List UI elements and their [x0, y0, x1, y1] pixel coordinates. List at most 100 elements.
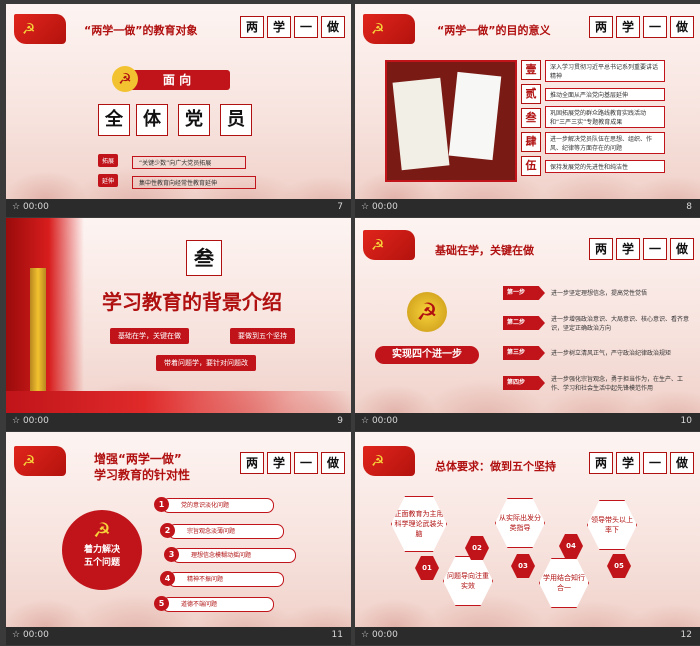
point-label: 要做到五个坚持 — [230, 328, 295, 344]
list-char: 贰 — [521, 84, 541, 104]
slide-title: “两学一做”的目的意义 — [437, 24, 551, 37]
list-char: 伍 — [521, 156, 541, 176]
party-emblem-icon: ☭ — [407, 292, 447, 332]
party-emblem-icon: ☭ — [93, 518, 111, 542]
xue-boxes: 两学一做 — [586, 16, 694, 38]
list-item: 巩固拓展党的群众路线教育实践活动和“三严三实”专题教育成果 — [545, 106, 665, 128]
slide-title: 学习教育的背景介绍 — [102, 290, 282, 314]
step-text: 进一步强化宗旨观念，勇于担当作为，在生产、工作、学习和社会生活中起先锋模范作用 — [551, 376, 684, 392]
list-item: 进一步解决党员队伍在思想、组织、作风、纪律等方面存在的问题 — [545, 132, 665, 154]
problem-item: 党的意识淡化问题 — [162, 498, 274, 513]
slide-number: 8 — [686, 202, 692, 212]
center-line2: 五个问题 — [83, 558, 120, 568]
xue-boxes: 两学一做 — [586, 452, 694, 474]
xue-char: 两 — [589, 238, 613, 260]
problem-number: 2 — [160, 523, 175, 538]
party-flag-icon: ☭ — [14, 14, 66, 44]
problem-number: 4 — [160, 571, 175, 586]
xue-char: 做 — [321, 16, 345, 38]
slide-number: 9 — [337, 416, 343, 426]
list-item: 深入学习贯彻习近平总书记系列重要讲话精神 — [545, 60, 665, 82]
xue-char: 做 — [670, 16, 694, 38]
slide-time: ☆ 00:00 — [361, 202, 398, 212]
xue-char: 一 — [294, 16, 318, 38]
slide-number: 10 — [680, 416, 692, 426]
party-flag-icon: ☭ — [14, 446, 66, 476]
problem-item: 道德不端问题 — [162, 597, 274, 612]
xue-char: 学 — [616, 238, 640, 260]
slide-10: ☭ 基础在学，关键在做 两学一做 ☭ 实现四个进一步 第一步 进一步坚定理想信念… — [355, 218, 700, 413]
list-char: 肆 — [521, 132, 541, 152]
slide-time: ☆ 00:00 — [12, 630, 49, 640]
slide-meta: ☆ 00:00 9 — [6, 413, 351, 431]
xue-char: 两 — [589, 16, 613, 38]
row-text: “关键少数”向广大党员拓展 — [132, 156, 246, 169]
problem-item: 理想信念模糊动摇问题 — [172, 548, 296, 563]
step-label: 第一步 — [503, 286, 545, 300]
list-item: 推动全面从严治党向基层延伸 — [545, 88, 665, 101]
book-red — [448, 71, 502, 161]
list-char: 叁 — [521, 108, 541, 128]
xue-boxes: 两学一做 — [237, 452, 345, 474]
list-char: 壹 — [521, 60, 541, 80]
box-char: 体 — [136, 104, 168, 136]
slide-title-line2: 学习教育的针对性 — [94, 468, 191, 482]
xue-boxes: 两学一做 — [237, 16, 345, 38]
slide-title: “两学一做”的教育对象 — [84, 24, 198, 37]
time-value: 00:00 — [371, 630, 398, 640]
row-tag: 延伸 — [98, 174, 119, 187]
time-value: 00:00 — [371, 202, 398, 212]
slide-time: ☆ 00:00 — [12, 416, 49, 426]
slide-thumbnail-11[interactable]: ☭ 增强“两学一做” 学习教育的针对性 两学一做 ☭ 着力解决 五个问题 党的意… — [6, 432, 351, 645]
time-value: 00:00 — [22, 630, 49, 640]
party-flag-icon: ☭ — [363, 230, 415, 260]
xue-char: 学 — [616, 452, 640, 474]
slide-thumbnail-8[interactable]: ☭ “两学一做”的目的意义 两学一做 壹 深入学习贯彻习近平总书记系列重要讲话精… — [355, 4, 700, 217]
row-text: 集中性教育向经常性教育延伸 — [132, 176, 256, 189]
slide-number: 7 — [337, 202, 343, 212]
book-photo — [385, 60, 517, 182]
slide-number: 12 — [680, 630, 692, 640]
step-label: 第四步 — [503, 376, 545, 390]
box-char: 员 — [220, 104, 252, 136]
xue-char: 两 — [240, 452, 264, 474]
problem-number: 3 — [164, 547, 179, 562]
xue-char: 两 — [589, 452, 613, 474]
face-label: 面 向 — [124, 70, 230, 90]
xue-char: 一 — [294, 452, 318, 474]
slide-time: ☆ 00:00 — [361, 630, 398, 640]
slide-time: ☆ 00:00 — [361, 416, 398, 426]
slide-thumbnail-10[interactable]: ☭ 基础在学，关键在做 两学一做 ☭ 实现四个进一步 第一步 进一步坚定理想信念… — [355, 218, 700, 431]
slide-12: ☭ 总体要求：做到五个坚持 两学一做 正面教育为主用科学理论武装头脑 01 问题… — [355, 432, 700, 627]
problem-number: 1 — [154, 497, 169, 512]
slide-meta: ☆ 00:00 10 — [355, 413, 700, 431]
party-flag-icon: ☭ — [363, 446, 415, 476]
party-flag-icon: ☭ — [363, 14, 415, 44]
xue-char: 做 — [321, 452, 345, 474]
huabiao-pillar — [30, 268, 46, 398]
slide-meta: ☆ 00:00 12 — [355, 627, 700, 645]
center-label: 实现四个进一步 — [375, 346, 479, 364]
xue-char: 一 — [643, 452, 667, 474]
center-line1: 着力解决 — [83, 545, 120, 555]
book-white — [392, 77, 450, 171]
slide-title-line1: 增强“两学一做” — [94, 452, 182, 466]
xue-char: 做 — [670, 238, 694, 260]
step-text: 进一步增强政治意识、大局意识、核心意识、看齐意识，坚定正确政治方向 — [551, 316, 690, 332]
center-circle: ☭ 着力解决 五个问题 — [62, 510, 142, 590]
slide-8: ☭ “两学一做”的目的意义 两学一做 壹 深入学习贯彻习近平总书记系列重要讲话精… — [355, 4, 700, 199]
slide-9: 叁 学习教育的背景介绍 基础在学，关键在做 要做到五个坚持 带着问题学，要针对问… — [6, 218, 351, 413]
slide-meta: ☆ 00:00 8 — [355, 199, 700, 217]
step-text: 进一步树立清风正气，严守政治纪律政治规矩 — [551, 350, 672, 357]
step-label: 第三步 — [503, 346, 545, 360]
slide-thumbnail-9[interactable]: 叁 学习教育的背景介绍 基础在学，关键在做 要做到五个坚持 带着问题学，要针对问… — [6, 218, 351, 431]
step-text: 进一步坚定理想信念，提高党性觉悟 — [551, 290, 648, 297]
slide-number: 11 — [331, 630, 343, 640]
row-tag: 拓展 — [98, 154, 119, 167]
time-value: 00:00 — [371, 416, 398, 426]
slide-7: ☭ “两学一做”的教育对象 两学一做 面 向 ☭ 全 体 党 员 拓展 “关键少… — [6, 4, 351, 199]
slide-thumbnail-12[interactable]: ☭ 总体要求：做到五个坚持 两学一做 正面教育为主用科学理论武装头脑 01 问题… — [355, 432, 700, 645]
step-label: 第二步 — [503, 316, 545, 330]
slide-thumbnail-7[interactable]: ☭ “两学一做”的教育对象 两学一做 面 向 ☭ 全 体 党 员 拓展 “关键少… — [6, 4, 351, 217]
slide-title: 基础在学，关键在做 — [435, 244, 534, 257]
